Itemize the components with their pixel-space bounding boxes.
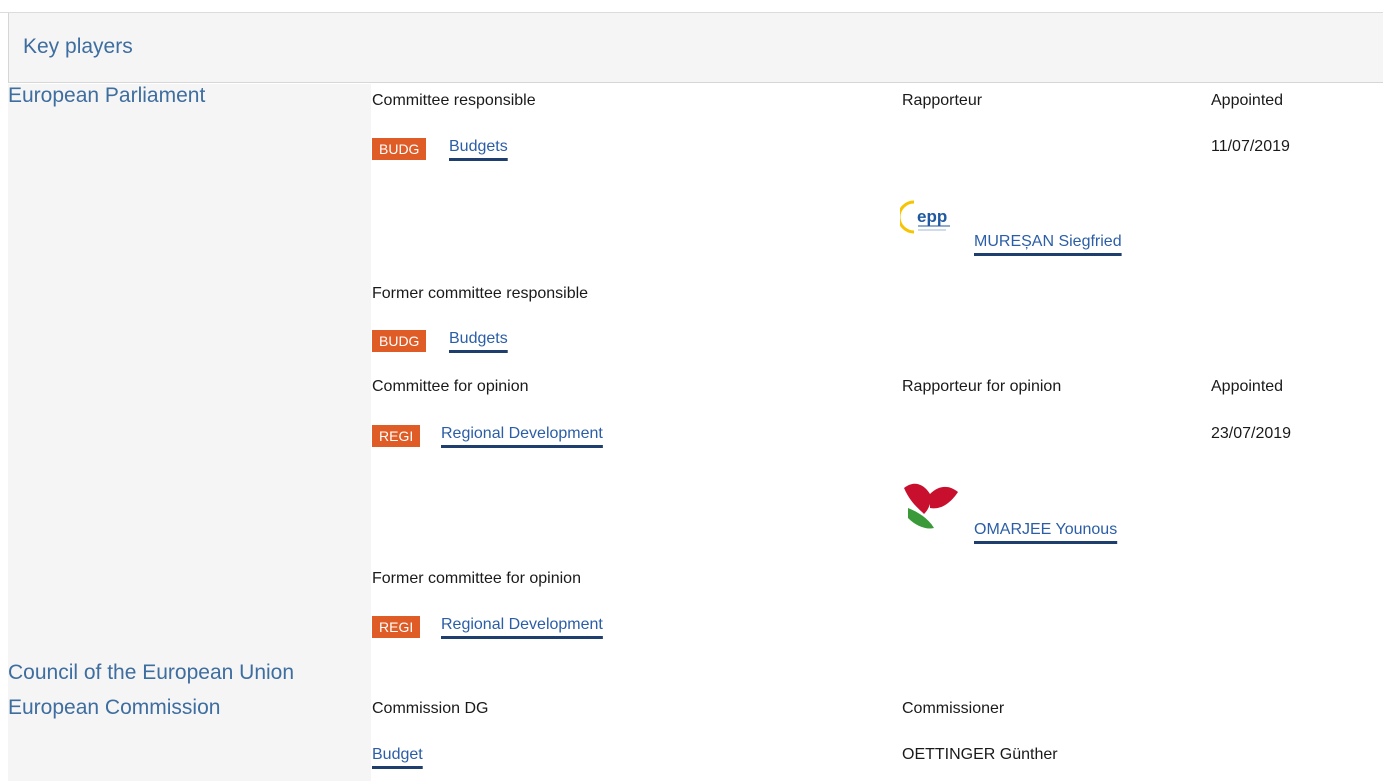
rapporteur-opinion-label: Rapporteur for opinion bbox=[902, 378, 1062, 395]
appointed-date: 11/07/2019 bbox=[1211, 138, 1290, 155]
key-players-header: Key players bbox=[8, 13, 1383, 83]
appointed-opinion-date: 23/07/2019 bbox=[1211, 425, 1292, 442]
former-committee-badge-regi: REGI bbox=[372, 616, 421, 638]
epp-logo-icon: epp bbox=[900, 192, 960, 254]
appointed-label: Appointed bbox=[1211, 92, 1284, 109]
rapporteur-link-omarjee[interactable]: OMARJEE Younous bbox=[974, 521, 1117, 539]
former-committee-opinion-label: Former committee for opinion bbox=[372, 570, 581, 587]
rapporteur-link-muresan[interactable]: MUREȘAN Siegfried bbox=[974, 233, 1122, 251]
section-title: Key players bbox=[23, 35, 133, 58]
svg-text:epp: epp bbox=[917, 207, 947, 226]
gue-ngl-logo-icon bbox=[904, 483, 958, 529]
institution-european-commission: European Commission bbox=[8, 696, 221, 719]
committee-link-budgets[interactable]: Budgets bbox=[449, 138, 508, 156]
committee-badge-budg: BUDG bbox=[372, 138, 427, 160]
former-committee-link-regional-development[interactable]: Regional Development bbox=[441, 616, 603, 634]
commission-dg-link-budget[interactable]: Budget bbox=[372, 746, 423, 764]
committee-badge-regi: REGI bbox=[372, 425, 421, 447]
commissioner-name: OETTINGER Günther bbox=[902, 746, 1058, 763]
institution-column: European Parliament Council of the Europ… bbox=[8, 84, 371, 781]
committee-responsible-label: Committee responsible bbox=[372, 92, 536, 109]
former-committee-badge-budg: BUDG bbox=[372, 330, 427, 352]
former-committee-link-budgets[interactable]: Budgets bbox=[449, 330, 508, 348]
rapporteur-label: Rapporteur bbox=[902, 92, 983, 109]
commissioner-label: Commissioner bbox=[902, 700, 1005, 717]
institution-council: Council of the European Union bbox=[8, 661, 295, 684]
committee-link-regional-development[interactable]: Regional Development bbox=[441, 425, 603, 443]
institution-european-parliament: European Parliament bbox=[8, 84, 206, 107]
appointed-opinion-label: Appointed bbox=[1211, 378, 1284, 395]
committee-opinion-label: Committee for opinion bbox=[372, 378, 529, 395]
former-committee-responsible-label: Former committee responsible bbox=[372, 285, 589, 302]
commission-dg-label: Commission DG bbox=[372, 700, 489, 717]
